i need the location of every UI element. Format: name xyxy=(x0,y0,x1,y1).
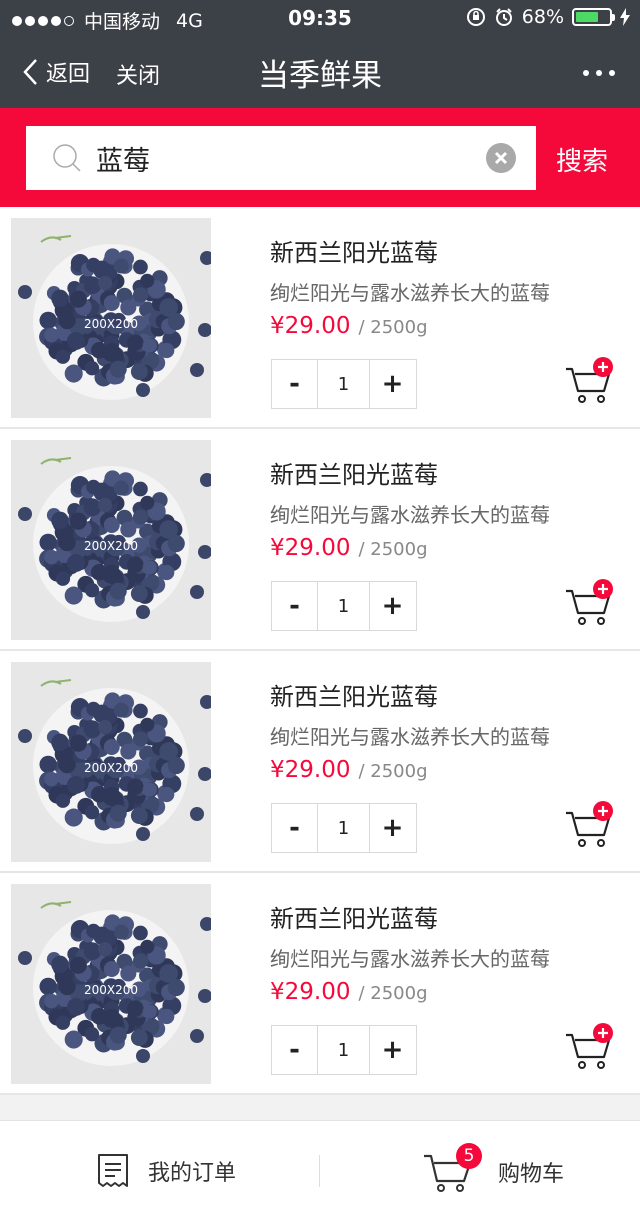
increase-button[interactable]: + xyxy=(370,1026,415,1074)
cart-icon-wrap: 5 xyxy=(422,1143,482,1193)
product-price: ¥29.00 xyxy=(270,313,351,339)
battery-percent: 68% xyxy=(521,6,564,28)
status-bar: 中国移动 4G 09:35 68% xyxy=(0,0,640,36)
product-unit: / 2500g xyxy=(358,983,428,1004)
search-input[interactable] xyxy=(96,136,476,180)
product-card[interactable]: 200X200 新西兰阳光蓝莓 绚烂阳光与露水滋养长大的蓝莓 ¥29.00 / … xyxy=(0,651,640,873)
quantity-stepper: - 1 + xyxy=(271,359,417,409)
product-name[interactable]: 新西兰阳光蓝莓 xyxy=(270,899,438,934)
cart-button[interactable]: 5 购物车 xyxy=(422,1143,565,1193)
my-orders-label: 我的订单 xyxy=(148,1161,237,1186)
more-dots-icon xyxy=(583,70,615,76)
product-unit: / 2500g xyxy=(358,317,428,338)
product-description: 绚烂阳光与露水滋养长大的蓝莓 xyxy=(270,281,550,305)
product-image[interactable]: 200X200 xyxy=(11,884,211,1084)
decrease-button[interactable]: - xyxy=(272,360,317,408)
my-orders-button[interactable]: 我的订单 xyxy=(96,1153,236,1189)
product-image[interactable]: 200X200 xyxy=(11,218,211,418)
product-image[interactable]: 200X200 xyxy=(11,662,211,862)
image-placeholder-label: 200X200 xyxy=(83,539,139,553)
add-to-cart-icon[interactable] xyxy=(564,579,616,627)
product-card[interactable]: 200X200 新西兰阳光蓝莓 绚烂阳光与露水滋养长大的蓝莓 ¥29.00 / … xyxy=(0,429,640,651)
quantity-stepper: - 1 + xyxy=(271,1025,417,1075)
product-name[interactable]: 新西兰阳光蓝莓 xyxy=(270,677,438,712)
add-to-cart-icon[interactable] xyxy=(564,1023,616,1071)
cart-label: 购物车 xyxy=(498,1162,565,1187)
decrease-button[interactable]: - xyxy=(272,804,317,852)
decrease-button[interactable]: - xyxy=(272,1026,317,1074)
increase-button[interactable]: + xyxy=(370,360,415,408)
search-box xyxy=(26,126,536,190)
decrease-button[interactable]: - xyxy=(272,582,317,630)
product-card[interactable]: 200X200 新西兰阳光蓝莓 绚烂阳光与露水滋养长大的蓝莓 ¥29.00 / … xyxy=(0,207,640,429)
quantity-value[interactable]: 1 xyxy=(317,1026,370,1074)
increase-button[interactable]: + xyxy=(370,804,415,852)
image-placeholder-label: 200X200 xyxy=(83,317,139,331)
quantity-value[interactable]: 1 xyxy=(317,582,370,630)
product-list: 200X200 新西兰阳光蓝莓 绚烂阳光与露水滋养长大的蓝莓 ¥29.00 / … xyxy=(0,207,640,1095)
charging-icon xyxy=(620,8,630,26)
quantity-value[interactable]: 1 xyxy=(317,360,370,408)
clear-icon[interactable] xyxy=(486,143,516,173)
search-bar: 搜索 xyxy=(0,108,640,207)
product-description: 绚烂阳光与露水滋养长大的蓝莓 xyxy=(270,725,550,749)
product-price: ¥29.00 xyxy=(270,757,351,783)
price-row: ¥29.00 / 2500g xyxy=(270,979,428,1005)
battery-level xyxy=(576,12,598,22)
quantity-stepper: - 1 + xyxy=(271,803,417,853)
product-price: ¥29.00 xyxy=(270,535,351,561)
image-placeholder-label: 200X200 xyxy=(83,761,139,775)
footer-divider xyxy=(319,1155,320,1187)
product-price: ¥29.00 xyxy=(270,979,351,1005)
cart-count-badge: 5 xyxy=(456,1143,482,1169)
search-icon xyxy=(53,144,81,172)
product-description: 绚烂阳光与露水滋养长大的蓝莓 xyxy=(270,503,550,527)
price-row: ¥29.00 / 2500g xyxy=(270,313,428,339)
alarm-icon xyxy=(495,8,512,26)
bottom-bar: 我的订单 5 购物车 xyxy=(0,1120,640,1219)
rotation-lock-icon xyxy=(466,8,485,26)
price-row: ¥29.00 / 2500g xyxy=(270,757,428,783)
product-description: 绚烂阳光与露水滋养长大的蓝莓 xyxy=(270,947,550,971)
search-button[interactable]: 搜索 xyxy=(556,141,608,178)
product-name[interactable]: 新西兰阳光蓝莓 xyxy=(270,233,438,268)
product-name[interactable]: 新西兰阳光蓝莓 xyxy=(270,455,438,490)
product-image[interactable]: 200X200 xyxy=(11,440,211,640)
add-to-cart-icon[interactable] xyxy=(564,357,616,405)
quantity-value[interactable]: 1 xyxy=(317,804,370,852)
image-placeholder-label: 200X200 xyxy=(83,983,139,997)
price-row: ¥29.00 / 2500g xyxy=(270,535,428,561)
add-to-cart-icon[interactable] xyxy=(564,801,616,849)
status-right: 68% xyxy=(466,6,630,28)
product-unit: / 2500g xyxy=(358,539,428,560)
quantity-stepper: - 1 + xyxy=(271,581,417,631)
more-button[interactable] xyxy=(582,54,616,84)
battery-icon xyxy=(572,8,615,26)
nav-bar: 返回 关闭 当季鲜果 xyxy=(0,36,640,108)
increase-button[interactable]: + xyxy=(370,582,415,630)
top-bar: 中国移动 4G 09:35 68% 返回 关闭 当季鲜果 xyxy=(0,0,640,108)
product-card[interactable]: 200X200 新西兰阳光蓝莓 绚烂阳光与露水滋养长大的蓝莓 ¥29.00 / … xyxy=(0,873,640,1095)
product-unit: / 2500g xyxy=(358,761,428,782)
receipt-icon xyxy=(98,1154,128,1187)
page-title: 当季鲜果 xyxy=(258,58,382,94)
